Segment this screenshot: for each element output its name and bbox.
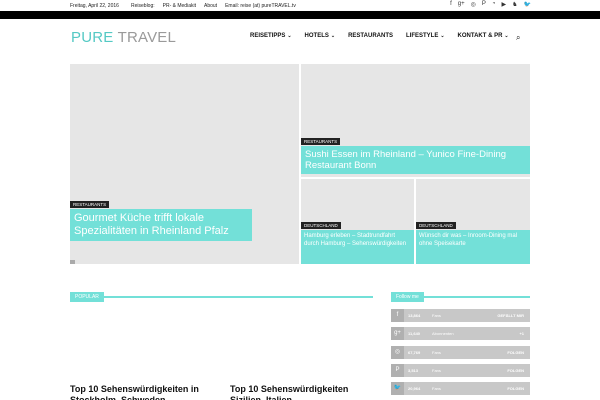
follow-row-instagram[interactable]: ◎ 67,769 Fans FOLGEN <box>391 346 530 359</box>
twitter-icon[interactable]: 🐦 <box>524 1 531 8</box>
top-divider-bar <box>0 11 600 19</box>
top-link-reiseblog: Reiseblog: <box>131 3 155 9</box>
category-badge[interactable]: DEUTSCHLAND <box>301 222 341 229</box>
follower-count: 67,769 <box>408 350 421 355</box>
site-logo[interactable]: PURE TRAVEL <box>71 29 176 46</box>
popular-label: POPULAR <box>70 292 104 302</box>
slider-indicator <box>70 260 75 264</box>
follow-button[interactable]: FOLGEN <box>507 386 524 391</box>
chevron-down-icon: ⌄ <box>440 33 445 39</box>
follower-unit: Fans <box>432 368 441 373</box>
follow-row-google-plus[interactable]: g+ 11,640 Abonnenten +1 <box>391 327 530 340</box>
youtube-icon[interactable]: ▶ <box>502 1 507 8</box>
chevron-down-icon: ⌄ <box>330 33 336 39</box>
follower-unit: Fans <box>432 350 441 355</box>
nav-item-lifestyle[interactable]: LIFESTYLE ⌄ <box>406 33 445 39</box>
category-badge[interactable]: RESTAURANTS <box>301 138 341 145</box>
pinterest-icon[interactable]: P <box>482 1 486 8</box>
rss-icon[interactable]: ◔ <box>492 1 496 8</box>
like-button[interactable]: GEFÄLLT MIR <box>497 313 524 318</box>
follower-unit: Fans <box>432 313 441 318</box>
top-bar: Freitag, April 22, 2016 Reiseblog: PR- &… <box>0 0 600 11</box>
popular-post-title-1[interactable]: Top 10 Sehenswürdigkeiten in Stockholm, … <box>70 384 210 400</box>
follower-count: 20,964 <box>408 386 421 391</box>
post-title[interactable]: Gourmet Küche trifft lokale Spezialitäte… <box>70 209 252 241</box>
follower-unit: Fans <box>432 386 441 391</box>
popular-post-title-2[interactable]: Top 10 Sehenswürdigkeiten Sizilien, Ital… <box>230 384 370 400</box>
post-title[interactable]: Sushi Essen im Rheinland – Yunico Fine-D… <box>301 146 530 174</box>
follow-row-pinterest[interactable]: P 3,513 Fans FOLGEN <box>391 364 530 377</box>
chevron-down-icon: ⌄ <box>504 33 509 39</box>
follow-row-twitter[interactable]: 🐦 20,964 Fans FOLGEN <box>391 382 530 395</box>
facebook-icon: f <box>391 309 404 322</box>
instagram-icon: ◎ <box>391 346 404 359</box>
follow-button[interactable]: FOLGEN <box>507 368 524 373</box>
top-links: Reiseblog: PR- & Mediakit About Email: r… <box>131 3 296 9</box>
top-link-mediakit[interactable]: PR- & Mediakit <box>163 3 196 9</box>
plus-one-button[interactable]: +1 <box>519 331 524 336</box>
search-icon[interactable]: ⌕ <box>516 33 520 43</box>
nav-item-hotels[interactable]: HOTELS ⌄ <box>305 33 336 39</box>
post-title[interactable]: Wünsch dir was – Inroom-Dining mal ohne … <box>416 230 530 264</box>
top-link-about[interactable]: About <box>204 3 217 9</box>
pinterest-icon: P <box>391 364 404 377</box>
featured-post-top[interactable]: RESTAURANTS Sushi Essen im Rheinland – Y… <box>301 64 530 177</box>
logo-pure: PURE <box>71 29 114 46</box>
popular-section-header: POPULAR <box>70 285 373 302</box>
category-badge[interactable]: RESTAURANTS <box>70 201 110 208</box>
main-nav: REISETIPPS ⌄ HOTELS ⌄ RESTAURANTS LIFESTYL… <box>250 33 509 39</box>
follower-count: 13,864 <box>408 313 421 318</box>
chevron-down-icon: ⌄ <box>287 33 292 39</box>
follower-count: 3,513 <box>408 368 419 373</box>
current-date: Freitag, April 22, 2016 <box>70 3 119 9</box>
follower-unit: Abonnenten <box>432 331 454 336</box>
category-badge[interactable]: DEUTSCHLAND <box>416 222 456 229</box>
google-plus-icon: g+ <box>391 327 404 340</box>
instagram-icon[interactable]: ◎ <box>471 1 476 8</box>
top-link-email[interactable]: Email: reise (at) pureTRAVEL.tv <box>225 3 296 9</box>
follow-row-facebook[interactable]: f 13,864 Fans GEFÄLLT MIR <box>391 309 530 322</box>
facebook-icon[interactable]: f <box>450 1 452 8</box>
post-title[interactable]: Hamburg erleben – Stadtrundfahrt durch H… <box>301 230 414 264</box>
featured-post-small-2[interactable]: DEUTSCHLAND Wünsch dir was – Inroom-Dini… <box>416 179 530 264</box>
featured-post-main[interactable]: RESTAURANTS Gourmet Küche trifft lokale … <box>70 64 299 264</box>
nav-item-kontakt[interactable]: KONTAKT & PR ⌄ <box>458 33 509 39</box>
follow-button[interactable]: FOLGEN <box>507 350 524 355</box>
follow-section-header: Follow me <box>391 285 530 302</box>
logo-travel: TRAVEL <box>113 29 177 46</box>
nav-item-reisetipps[interactable]: REISETIPPS ⌄ <box>250 33 292 39</box>
follow-label: Follow me <box>391 292 424 302</box>
twitter-icon: 🐦 <box>391 382 404 395</box>
nav-item-restaurants[interactable]: RESTAURANTS <box>348 33 393 39</box>
tripadvisor-icon[interactable]: ♞ <box>512 1 517 8</box>
google-plus-icon[interactable]: g+ <box>458 1 465 8</box>
featured-post-small-1[interactable]: DEUTSCHLAND Hamburg erleben – Stadtrundf… <box>301 179 414 264</box>
top-social-icons: f g+ ◎ P ◔ ▶ ♞ 🐦 <box>450 1 531 8</box>
follower-count: 11,640 <box>408 331 421 336</box>
